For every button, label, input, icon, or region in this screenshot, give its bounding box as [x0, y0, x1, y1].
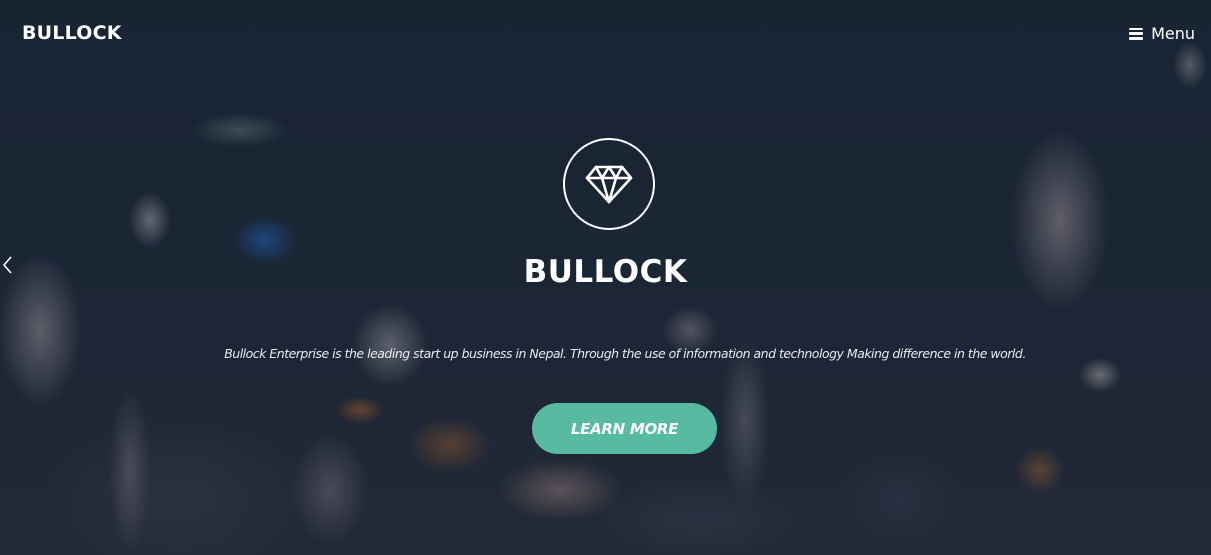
- hero-description: Bullock Enterprise is the leading start …: [224, 346, 1026, 361]
- menu-label: Menu: [1151, 24, 1195, 43]
- hamburger-icon: [1129, 27, 1144, 40]
- learn-more-button[interactable]: LEARN MORE: [532, 403, 717, 454]
- diamond-icon: [585, 165, 633, 204]
- hero-logo: [563, 138, 655, 230]
- hero-title: BULLOCK: [523, 254, 688, 290]
- brand-logo-link[interactable]: BULLOCK: [22, 22, 122, 44]
- menu-toggle-button[interactable]: Menu: [1129, 24, 1195, 43]
